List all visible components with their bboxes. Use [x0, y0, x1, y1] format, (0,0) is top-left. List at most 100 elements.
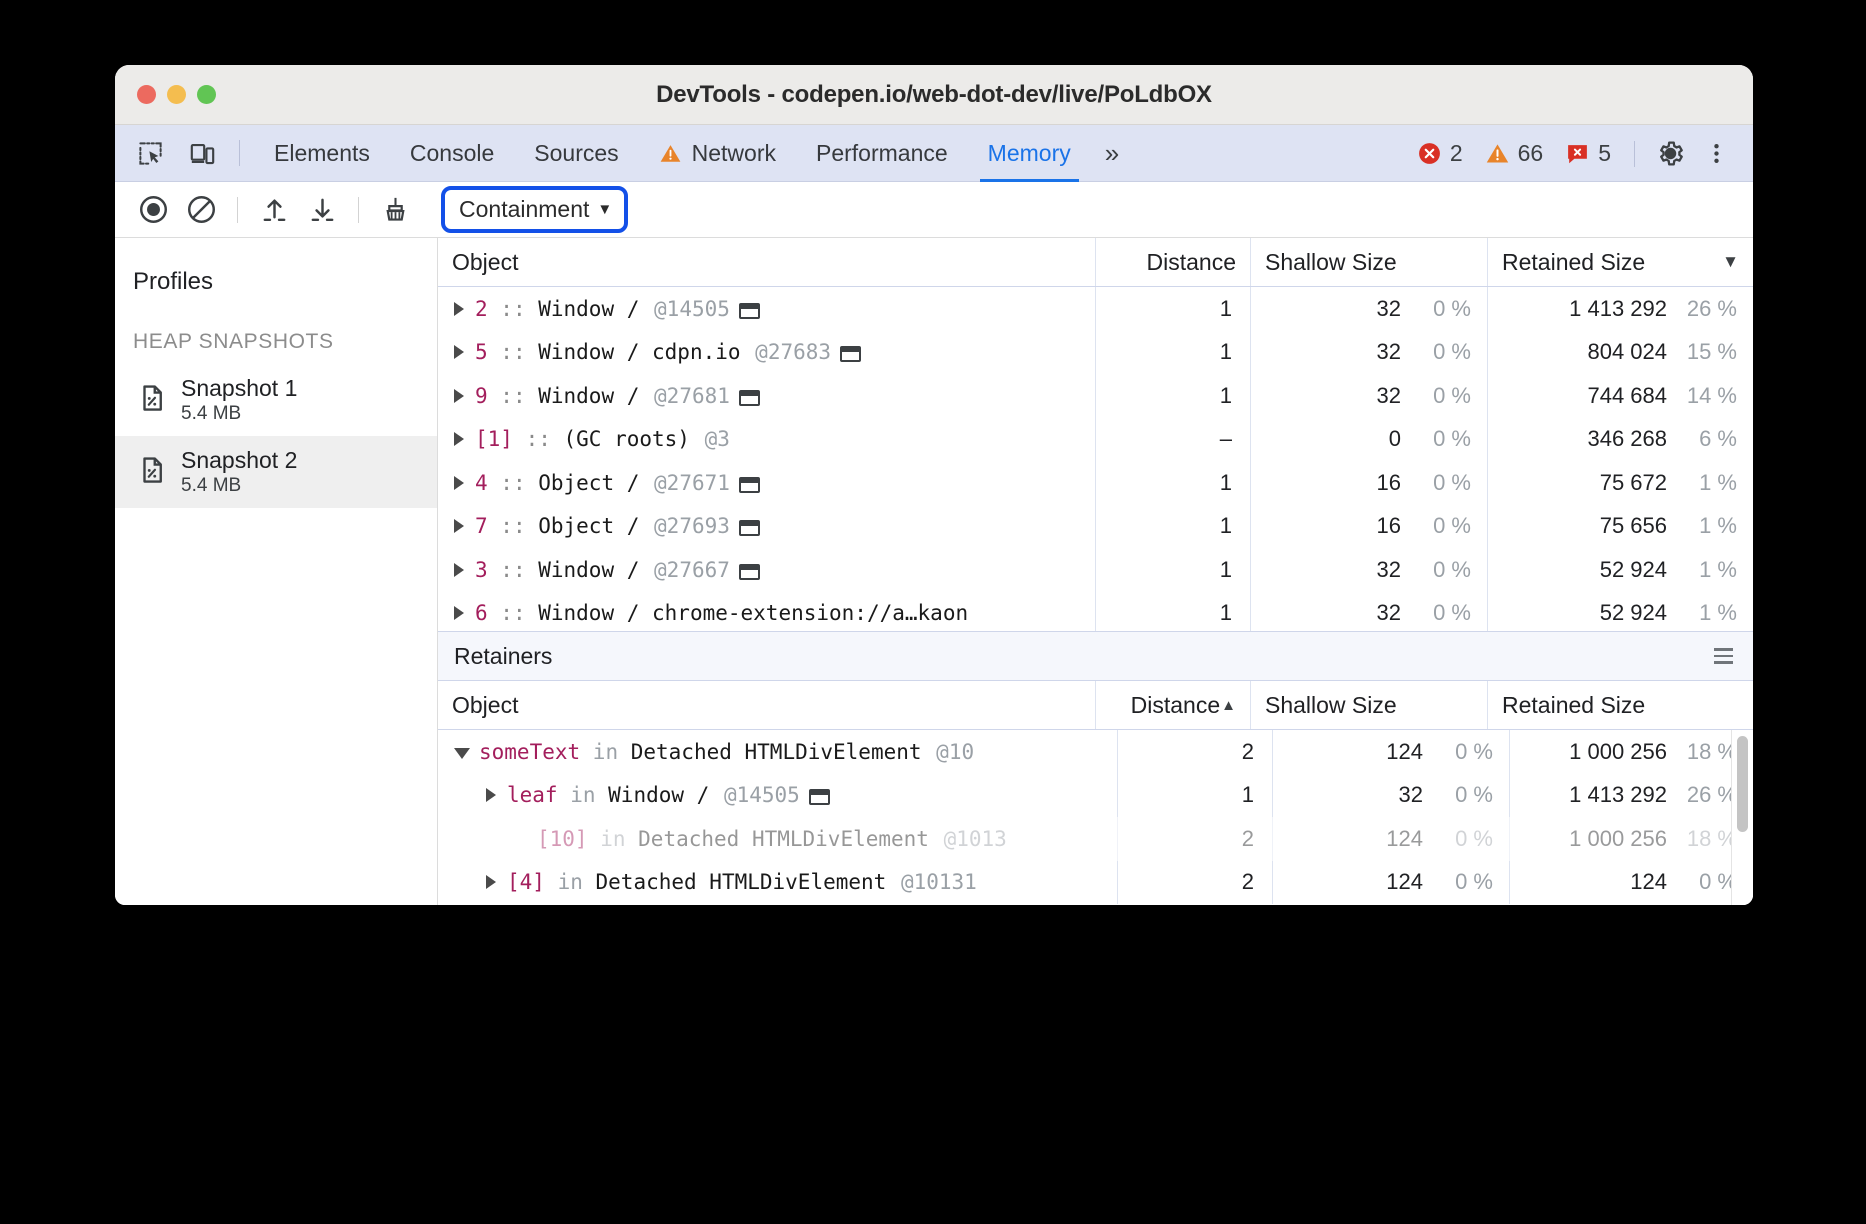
snapshot-2-texts: Snapshot 2 5.4 MB	[181, 447, 297, 497]
issue-count[interactable]: 5	[1554, 140, 1622, 167]
shallow-size-percent: 0 %	[1437, 782, 1493, 808]
column-header-retained-size[interactable]: Retained Size	[1488, 681, 1753, 729]
retainer-relation: in	[558, 783, 609, 807]
cell-object[interactable]: 5 :: Window / cdpn.io @27683	[438, 331, 1096, 375]
cell-retained-size: 346 2686 %	[1488, 418, 1753, 462]
retained-size-percent: 1 %	[1681, 557, 1737, 583]
warning-triangle-icon	[1485, 141, 1510, 166]
shallow-size-value: 32	[1377, 383, 1401, 409]
table-row[interactable]: 4 :: Object / @276711160 %75 6721 %	[438, 461, 1753, 505]
collect-garbage-broom-icon[interactable]	[371, 188, 419, 232]
cell-object[interactable]: [1] :: (GC roots) @3	[438, 418, 1096, 462]
retainer-row[interactable]: leaf in Window / @145051320 %1 413 29226…	[438, 774, 1753, 818]
table-row[interactable]: 3 :: Window / @276671320 %52 9241 %	[438, 548, 1753, 592]
issue-count-value: 5	[1598, 140, 1611, 167]
clear-icon[interactable]	[177, 188, 225, 232]
column-header-shallow-size[interactable]: Shallow Size	[1251, 238, 1488, 286]
cell-distance: 2	[1118, 861, 1273, 905]
retainer-row[interactable]: [4] in Detached HTMLDivElement @101312 12…	[438, 861, 1753, 905]
object-index: 3	[475, 558, 488, 582]
kebab-menu-icon[interactable]	[1693, 132, 1739, 176]
expand-triangle-icon[interactable]	[454, 302, 464, 316]
tab-memory[interactable]: Memory	[968, 125, 1091, 182]
table-row[interactable]: [1] :: (GC roots) @3–00 %346 2686 %	[438, 418, 1753, 462]
expand-triangle-icon[interactable]	[454, 389, 464, 403]
window-object-icon	[840, 346, 861, 362]
inspect-element-icon[interactable]	[127, 132, 173, 174]
expand-triangle-icon[interactable]	[454, 563, 464, 577]
column-header-object[interactable]: Object	[438, 681, 1096, 729]
expand-triangle-icon[interactable]	[454, 519, 464, 533]
column-header-object[interactable]: Object	[438, 238, 1096, 286]
expand-triangle-icon[interactable]	[486, 875, 496, 889]
cell-object[interactable]: someText in Detached HTMLDivElement @10	[438, 730, 1118, 774]
retainers-scrollbar-track[interactable]	[1731, 730, 1753, 905]
cell-distance: 1	[1118, 774, 1273, 818]
cell-object[interactable]: leaf in Window / @14505	[438, 774, 1118, 818]
record-icon[interactable]	[129, 188, 177, 232]
cell-distance: 1	[1096, 592, 1251, 632]
column-header-distance[interactable]: Distance	[1096, 238, 1251, 286]
warning-count-value: 66	[1518, 140, 1544, 167]
table-row[interactable]: 9 :: Window / @276811320 %744 68414 %	[438, 374, 1753, 418]
expand-triangle-icon[interactable]	[454, 748, 470, 759]
shallow-size-value: 32	[1377, 557, 1401, 583]
device-toolbar-icon[interactable]	[179, 132, 225, 174]
sidebar-item-snapshot-1[interactable]: Snapshot 1 5.4 MB	[115, 364, 437, 436]
cell-distance: 2	[1118, 817, 1273, 861]
table-row[interactable]: 7 :: Object / @276931160 %75 6561 %	[438, 505, 1753, 549]
shallow-size-percent: 0 %	[1415, 557, 1471, 583]
tab-console[interactable]: Console	[390, 125, 514, 182]
cell-object[interactable]: 2 :: Window / @14505	[438, 287, 1096, 331]
tab-network[interactable]: Network	[639, 125, 796, 182]
containment-grid-header: Object Distance Shallow Size Retained Si…	[438, 238, 1753, 287]
column-header-shallow-size[interactable]: Shallow Size	[1251, 681, 1488, 729]
cell-object[interactable]: 6 :: Window / chrome-extension://a…kaon	[438, 592, 1096, 632]
shallow-size-value: 32	[1399, 782, 1423, 808]
tab-sources[interactable]: Sources	[514, 125, 638, 182]
tab-elements[interactable]: Elements	[254, 125, 390, 182]
shallow-size-percent: 0 %	[1437, 739, 1493, 765]
error-count[interactable]: 2	[1406, 140, 1474, 167]
shallow-size-percent: 0 %	[1415, 600, 1471, 626]
cell-shallow-size: 320 %	[1251, 331, 1488, 375]
retainer-object-id: @10	[924, 740, 975, 764]
table-row[interactable]: 2 :: Window / @145051320 %1 413 29226 %	[438, 287, 1753, 331]
retained-size-percent: 6 %	[1681, 426, 1737, 452]
load-profile-icon[interactable]	[250, 188, 298, 232]
cell-object[interactable]: [4] in Detached HTMLDivElement @10131	[438, 861, 1118, 905]
shallow-size-value: 16	[1377, 470, 1401, 496]
expand-triangle-icon[interactable]	[486, 788, 496, 802]
expand-triangle-icon[interactable]	[454, 345, 464, 359]
retained-size-value: 124	[1630, 869, 1667, 895]
cell-object[interactable]: 4 :: Object / @27671	[438, 461, 1096, 505]
table-row[interactable]: 5 :: Window / cdpn.io @276831320 %804 02…	[438, 331, 1753, 375]
retainer-row[interactable]: [10] in Detached HTMLDivElement @1013212…	[438, 817, 1753, 861]
column-header-distance[interactable]: Distance ▲	[1096, 681, 1251, 729]
retainers-menu-icon[interactable]	[1714, 648, 1733, 664]
expand-triangle-icon[interactable]	[454, 476, 464, 490]
retained-size-value: 75 656	[1600, 513, 1667, 539]
gear-icon[interactable]	[1647, 132, 1693, 176]
containment-grid-rows[interactable]: 2 :: Window / @145051320 %1 413 29226 %5…	[438, 287, 1753, 631]
cell-object[interactable]: [10] in Detached HTMLDivElement @1013	[438, 817, 1118, 861]
warning-count[interactable]: 66	[1474, 140, 1555, 167]
expand-triangle-icon[interactable]	[454, 432, 464, 446]
table-row[interactable]: 6 :: Window / chrome-extension://a…kaon1…	[438, 592, 1753, 632]
cell-object[interactable]: 3 :: Window / @27667	[438, 548, 1096, 592]
tab-label: Network	[692, 140, 776, 167]
object-separator: ::	[488, 558, 539, 582]
retainer-row[interactable]: someText in Detached HTMLDivElement @102…	[438, 730, 1753, 774]
retainers-grid-rows[interactable]: someText in Detached HTMLDivElement @102…	[438, 730, 1753, 905]
retainers-scrollbar-thumb[interactable]	[1737, 736, 1748, 832]
cell-object[interactable]: 7 :: Object / @27693	[438, 505, 1096, 549]
save-profile-icon[interactable]	[298, 188, 346, 232]
retained-size-value: 804 024	[1587, 339, 1667, 365]
more-tabs-icon[interactable]: »	[1091, 138, 1130, 169]
tab-performance[interactable]: Performance	[796, 125, 968, 182]
column-header-retained-size[interactable]: Retained Size ▼	[1488, 238, 1753, 286]
sidebar-item-snapshot-2[interactable]: Snapshot 2 5.4 MB	[115, 436, 437, 508]
view-select[interactable]: Containment ▼	[451, 194, 618, 225]
expand-triangle-icon[interactable]	[454, 606, 464, 620]
cell-object[interactable]: 9 :: Window / @27681	[438, 374, 1096, 418]
